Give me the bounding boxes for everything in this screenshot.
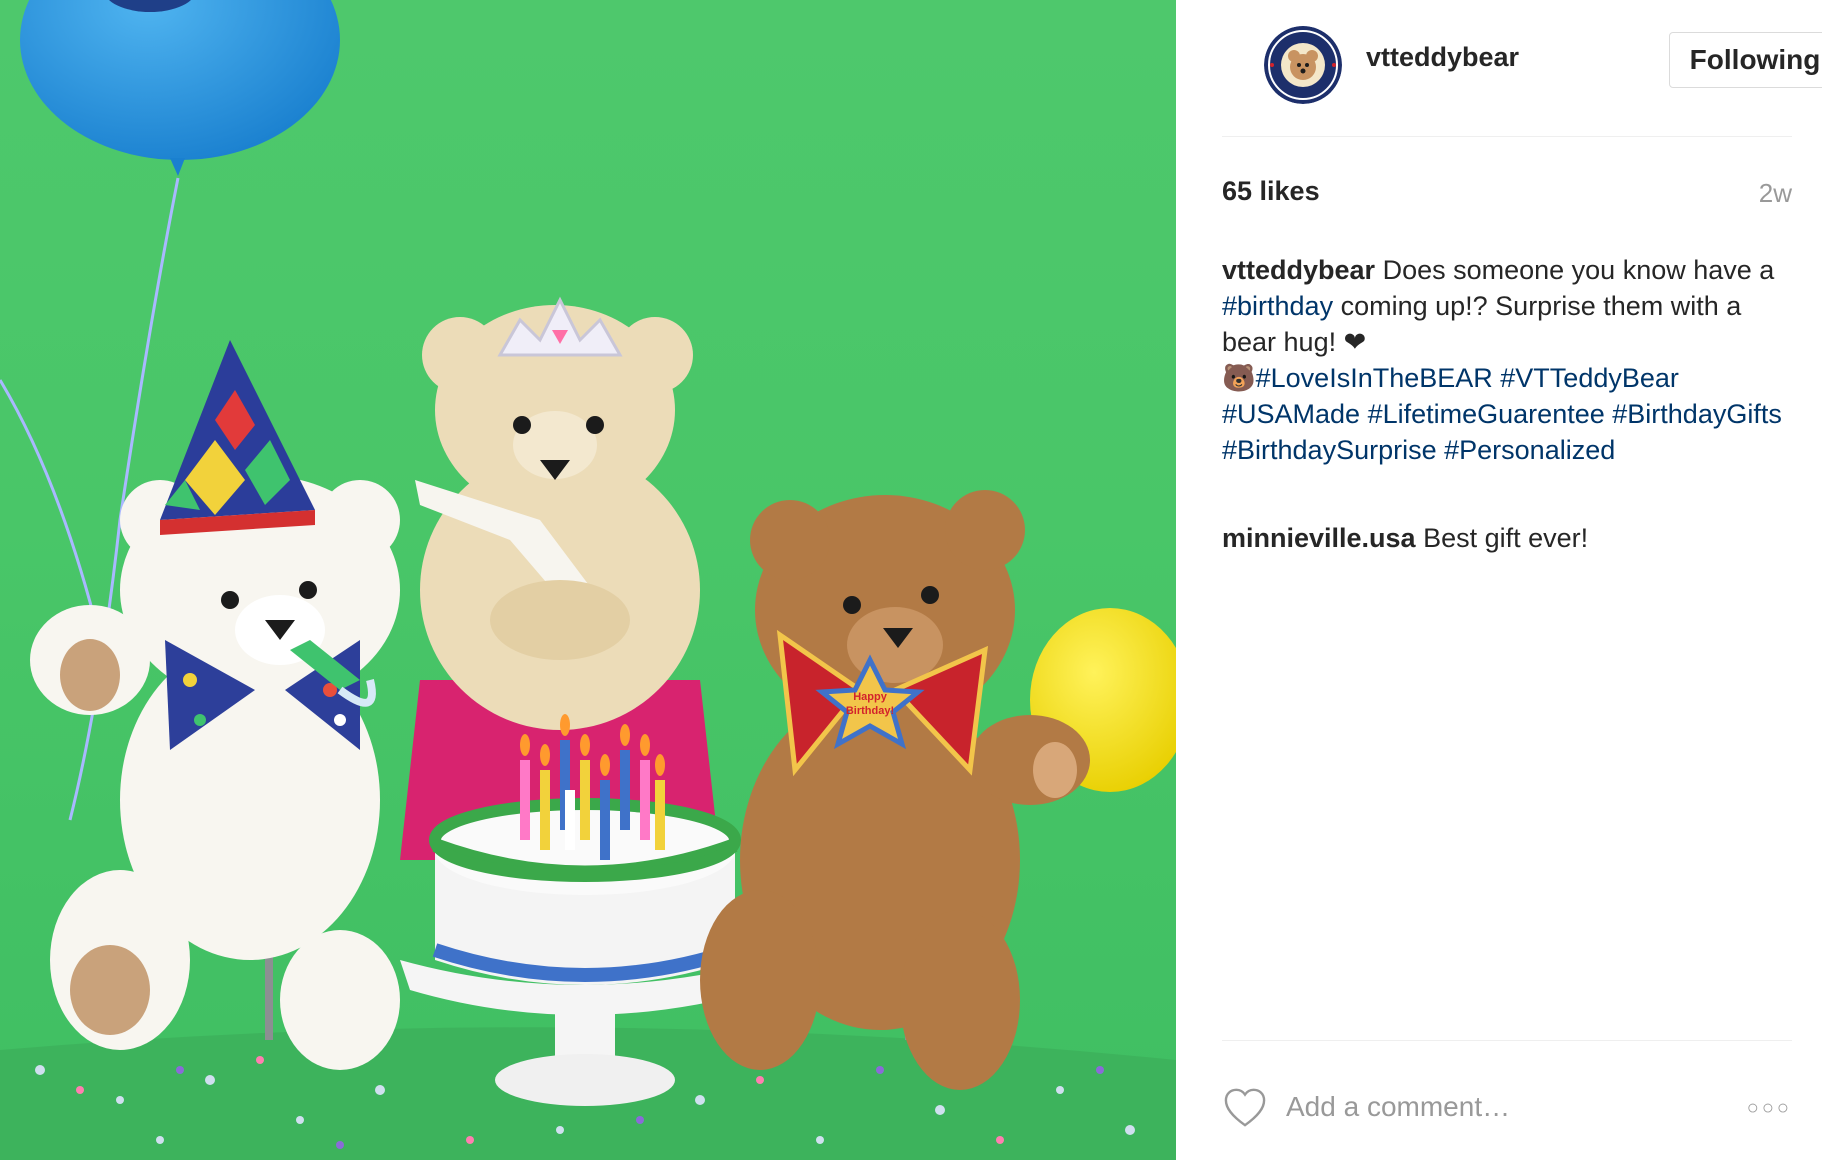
heart-emoji: ❤ xyxy=(1343,327,1367,357)
post-caption: vtteddybear Does someone you know have a… xyxy=(1222,252,1792,468)
following-button[interactable]: Following xyxy=(1669,32,1822,88)
hashtag-link[interactable]: #VTTeddyBear xyxy=(1500,363,1679,393)
post-sidebar: vtteddybear Following 65 likes 2w vttedd… xyxy=(1176,0,1822,1160)
post-header: vtteddybear Following xyxy=(1222,0,1822,137)
comment-footer: ○○○ xyxy=(1222,1040,1792,1161)
header-username[interactable]: vtteddybear xyxy=(1366,42,1519,73)
hashtag-link[interactable]: #USAMade xyxy=(1222,399,1360,429)
comment-item: minnieville.usa Best gift ever! xyxy=(1222,520,1792,556)
more-options-icon[interactable]: ○○○ xyxy=(1744,1097,1792,1121)
comment-input[interactable] xyxy=(1286,1085,1716,1129)
hashtag-link[interactable]: #BirthdayGifts xyxy=(1612,399,1782,429)
post-photo-illustration: Happy Birthday! xyxy=(0,0,1176,1160)
post-photo[interactable]: Happy Birthday! xyxy=(0,0,1176,1160)
badge-text-line2: Birthday! xyxy=(846,705,894,717)
comment-username[interactable]: minnieville.usa xyxy=(1222,523,1416,553)
hashtag-link[interactable]: #LifetimeGuarentee xyxy=(1368,399,1605,429)
hashtag-link[interactable]: #BirthdaySurprise xyxy=(1222,435,1437,465)
badge-text-line1: Happy xyxy=(853,691,888,703)
hashtag-link[interactable]: #birthday xyxy=(1222,291,1333,321)
caption-username[interactable]: vtteddybear xyxy=(1222,255,1375,285)
caption-text: Does someone you know have a xyxy=(1375,255,1775,285)
like-count[interactable]: 65 likes xyxy=(1222,176,1320,207)
avatar[interactable] xyxy=(1264,26,1342,104)
heart-icon[interactable] xyxy=(1222,1087,1268,1129)
post-timestamp[interactable]: 2w xyxy=(1759,178,1792,209)
hashtag-link[interactable]: #LoveIsInTheBEAR xyxy=(1256,363,1493,393)
likes-row: 65 likes 2w xyxy=(1222,176,1792,216)
comment-text: Best gift ever! xyxy=(1415,523,1589,553)
hashtag-link[interactable]: #Personalized xyxy=(1444,435,1615,465)
bear-emoji: 🐻 xyxy=(1222,363,1256,393)
